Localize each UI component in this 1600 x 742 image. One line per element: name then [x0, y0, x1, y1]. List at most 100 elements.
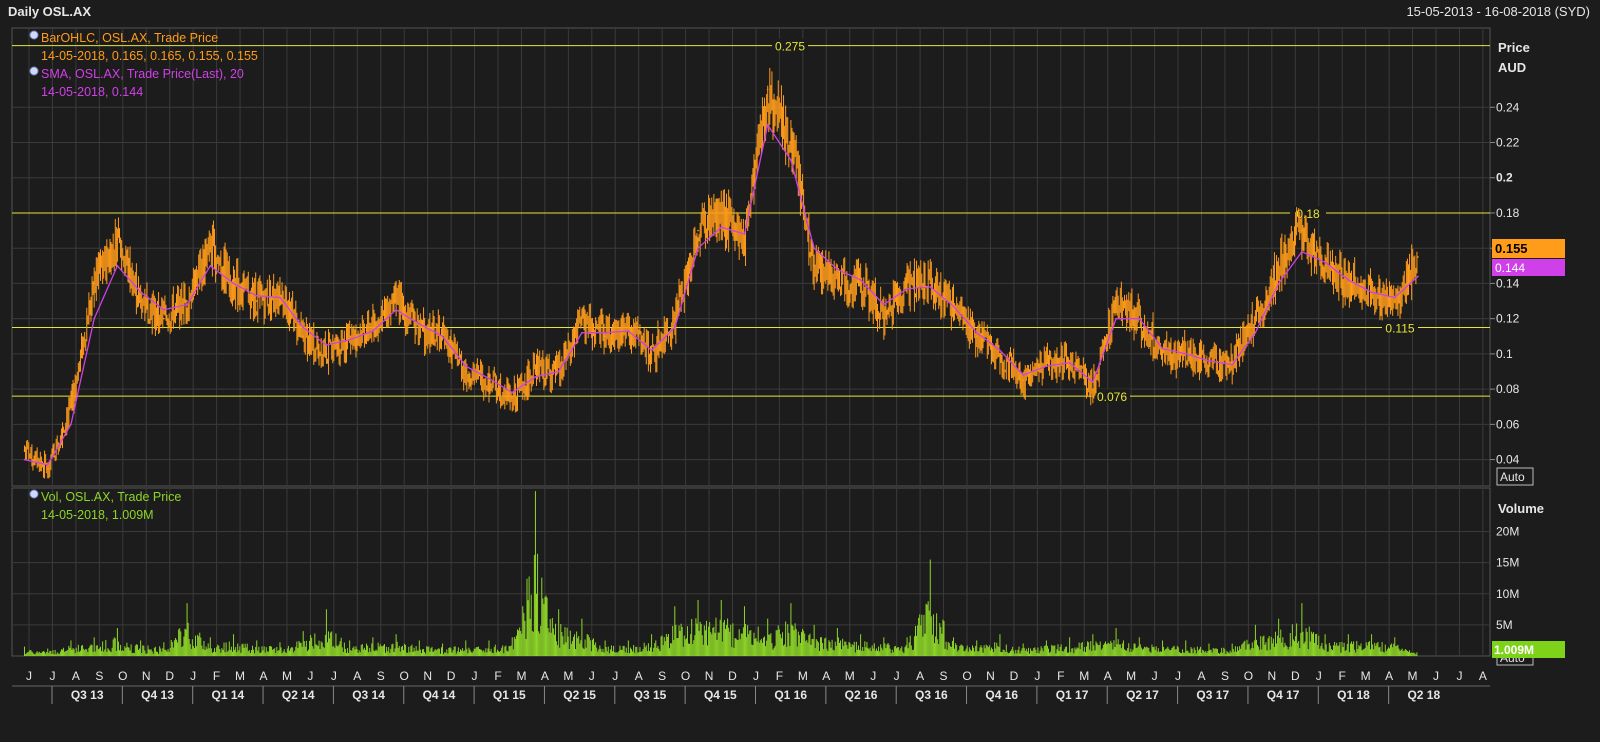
price-point: [1393, 300, 1396, 302]
month-tick-label: D: [728, 669, 737, 683]
month-tick-label: A: [1197, 669, 1205, 683]
last-price-badge-label: 0.155: [1495, 241, 1528, 256]
month-tick-label: J: [1456, 669, 1462, 683]
stock-chart[interactable]: 0.2750.180.1150.076 JJASONDJFMAMJJASONDJ…: [0, 0, 1600, 742]
month-tick-label: F: [776, 669, 783, 683]
month-tick-label: M: [845, 669, 855, 683]
sma-legend-values: 14-05-2018, 0.144: [41, 85, 143, 99]
month-tick-label: D: [1291, 669, 1300, 683]
sma-point: [650, 349, 653, 352]
vol-legend-toggle-icon[interactable]: [29, 489, 39, 499]
month-tick-label: N: [142, 669, 151, 683]
sma-point: [604, 331, 606, 334]
level-label: 0.275: [775, 40, 805, 54]
sma-point: [1324, 261, 1326, 264]
quarter-tick-label: Q1 18: [1337, 688, 1370, 702]
quarter-tick-label: Q1 16: [774, 688, 807, 702]
quarter-tick-label: Q3 17: [1196, 688, 1229, 702]
sma-point: [929, 286, 932, 288]
price-point: [464, 370, 467, 373]
price-point: [255, 300, 258, 302]
month-tick-label: A: [822, 669, 830, 683]
quarter-tick-label: Q2 16: [845, 688, 878, 702]
month-tick-label: O: [118, 669, 127, 683]
sma-point: [1254, 331, 1257, 334]
sma-point: [279, 296, 281, 299]
month-tick-label: M: [1361, 669, 1371, 683]
month-tick-label: O: [962, 669, 971, 683]
price-point: [1022, 379, 1024, 382]
price-point: [511, 397, 514, 399]
price-point: [975, 335, 978, 338]
sma-point: [1092, 381, 1094, 383]
vol-legend-values: 14-05-2018, 1.009M: [41, 508, 154, 522]
month-tick-label: A: [916, 669, 924, 683]
bar-legend-values: 14-05-2018, 0.165, 0.165, 0.155, 0.155: [41, 49, 258, 63]
price-point: [627, 326, 630, 329]
month-tick-label: J: [331, 669, 337, 683]
quarter-tick-label: Q2 15: [563, 688, 596, 702]
quarter-tick-label: Q4 14: [423, 688, 456, 702]
price-point: [372, 326, 374, 329]
price-tick-label: 0.08: [1496, 382, 1520, 396]
price-point: [952, 309, 955, 311]
quarter-tick-label: Q3 15: [634, 688, 667, 702]
axes: JJASONDJFMAMJJASONDJFMAMJJASONDJFMAMJJAS…: [12, 100, 1520, 704]
sma-point: [441, 335, 444, 338]
price-point: [604, 335, 606, 338]
price-point: [1254, 317, 1257, 320]
month-tick-label: J: [894, 669, 900, 683]
sma-point: [209, 265, 212, 267]
price-point: [813, 265, 815, 267]
sma-point: [836, 268, 839, 271]
sma-point: [581, 331, 583, 334]
sma-point: [1161, 347, 1164, 350]
price-point: [1208, 361, 1210, 364]
quarter-tick-label: Q4 13: [141, 688, 174, 702]
sma-point: [1231, 363, 1233, 366]
sma-point: [1184, 353, 1187, 355]
price-point: [581, 317, 583, 320]
month-tick-label: J: [49, 669, 55, 683]
month-tick-label: M: [282, 669, 292, 683]
quarter-tick-label: Q1 15: [493, 688, 526, 702]
month-tick-label: J: [1175, 669, 1181, 683]
month-tick-label: M: [235, 669, 245, 683]
sma-point: [1347, 279, 1350, 281]
price-point: [46, 467, 49, 470]
sma-point: [975, 331, 978, 334]
month-tick-label: A: [72, 669, 80, 683]
quarter-tick-label: Q2 14: [282, 688, 315, 702]
sma-point: [999, 349, 1001, 352]
price-point: [186, 300, 188, 302]
bar-legend-toggle-icon[interactable]: [29, 30, 39, 40]
month-tick-label: N: [986, 669, 995, 683]
month-tick-label: S: [658, 669, 666, 683]
price-tick-label: 0.2: [1496, 171, 1513, 185]
sma-point: [1370, 291, 1373, 294]
quarter-tick-label: Q4 15: [704, 688, 737, 702]
volume-tick-label: 20M: [1496, 525, 1519, 539]
price-panel-frame: [11, 27, 1491, 487]
price-point: [418, 326, 421, 329]
level-label: 0.115: [1385, 321, 1414, 335]
sma-point: [418, 323, 421, 325]
horizontal-levels: 0.2750.180.1150.076: [12, 38, 1490, 404]
month-tick-label: M: [563, 669, 573, 683]
level-label: 0.076: [1097, 390, 1127, 404]
sma-legend-toggle-icon[interactable]: [29, 66, 39, 76]
price-tick-label: 0.24: [1496, 100, 1520, 114]
price-point: [790, 141, 792, 144]
sma-point: [186, 303, 188, 306]
price-point: [488, 379, 490, 382]
sma-legend-label: SMA, OSL.AX, Trade Price(Last), 20: [41, 67, 244, 81]
month-tick-label: A: [1479, 669, 1487, 683]
sma-point: [1393, 296, 1396, 299]
month-tick-label: J: [1316, 669, 1322, 683]
sma-point: [464, 365, 467, 368]
price-point: [325, 353, 328, 355]
month-tick-label: J: [589, 669, 595, 683]
price-point: [23, 449, 26, 452]
price-point: [743, 238, 746, 241]
volume-tick-label: 15M: [1496, 556, 1519, 570]
